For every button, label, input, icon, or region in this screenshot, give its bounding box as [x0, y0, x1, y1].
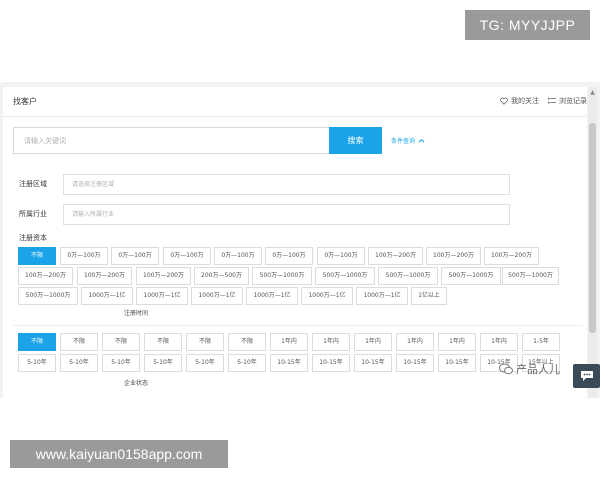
- reg-time-option[interactable]: 10-15年: [270, 354, 308, 372]
- section-divider: [13, 325, 583, 326]
- capital-option[interactable]: 500万—1000万: [502, 267, 559, 285]
- heart-icon: [500, 97, 508, 105]
- capital-option[interactable]: 100万—200万: [136, 267, 191, 285]
- capital-option[interactable]: 200万—500万: [194, 267, 249, 285]
- reg-time-option[interactable]: 不限: [18, 333, 56, 351]
- my-follow-link[interactable]: 我的关注: [500, 96, 539, 106]
- list-icon: [548, 97, 556, 104]
- keyword-search-input[interactable]: [13, 127, 329, 154]
- region-label: 注册区域: [19, 180, 47, 188]
- reg-time-option[interactable]: 不限: [60, 333, 98, 351]
- reg-time-option[interactable]: 5-10年: [102, 354, 140, 372]
- capital-option[interactable]: 0万—100万: [317, 247, 365, 265]
- capital-option[interactable]: 100万—200万: [426, 247, 481, 265]
- capital-option[interactable]: 100万—200万: [77, 267, 132, 285]
- search-bar: 搜索 条件查询: [13, 127, 587, 155]
- scrollbar-thumb[interactable]: [589, 123, 596, 333]
- reg-time-option[interactable]: 1年内: [312, 333, 350, 351]
- wechat-icon: [499, 363, 513, 375]
- watermark-bottom: www.kaiyuan0158app.com: [10, 440, 228, 468]
- chat-button[interactable]: [573, 364, 600, 388]
- capital-option[interactable]: 100万—200万: [18, 267, 73, 285]
- reg-time-option[interactable]: 1年内: [270, 333, 308, 351]
- reg-time-option[interactable]: 5-10年: [228, 354, 266, 372]
- region-select-input[interactable]: [63, 174, 510, 195]
- my-follow-label: 我的关注: [511, 97, 539, 105]
- capital-option[interactable]: 不限: [18, 247, 56, 265]
- capital-option[interactable]: 0万—100万: [111, 247, 159, 265]
- panel-header: 找客户 我的关注 浏览记录: [3, 87, 587, 117]
- watermark-top: TG: MYYJJPP: [465, 10, 590, 40]
- capital-option[interactable]: 1000万—1亿: [136, 287, 188, 305]
- page-title: 找客户: [13, 97, 37, 106]
- industry-label: 所属行业: [19, 210, 47, 218]
- reg-time-option[interactable]: 1-5年: [522, 333, 560, 351]
- reg-time-option[interactable]: 不限: [228, 333, 266, 351]
- vertical-scrollbar[interactable]: ▲: [588, 87, 597, 398]
- chevron-up-icon: [418, 138, 425, 143]
- capital-label: 注册资本: [19, 234, 47, 242]
- advanced-search-label: 条件查询: [391, 138, 416, 145]
- capital-option[interactable]: 1000万—1亿: [301, 287, 353, 305]
- reg-time-option[interactable]: 不限: [186, 333, 224, 351]
- reg-time-option[interactable]: 5-10年: [18, 354, 56, 372]
- customer-search-panel: 找客户 我的关注 浏览记录 搜索 条件查询: [3, 87, 587, 398]
- browse-history-link[interactable]: 浏览记录: [548, 96, 587, 106]
- reg-time-option[interactable]: 不限: [102, 333, 140, 351]
- industry-input[interactable]: [63, 204, 510, 225]
- capital-option[interactable]: 0万—100万: [265, 247, 313, 265]
- capital-option[interactable]: 1亿以上: [411, 287, 447, 305]
- capital-option[interactable]: 500万—1000万: [378, 267, 438, 285]
- reg-time-option[interactable]: 5-10年: [144, 354, 182, 372]
- app-frame: 找客户 我的关注 浏览记录 搜索 条件查询: [0, 82, 600, 398]
- capital-option[interactable]: 500万—1000万: [18, 287, 78, 305]
- capital-option[interactable]: 100万—200万: [368, 247, 423, 265]
- capital-option[interactable]: 1000万—1亿: [356, 287, 408, 305]
- advanced-search-toggle[interactable]: 条件查询: [391, 136, 425, 145]
- browse-history-label: 浏览记录: [559, 97, 587, 105]
- capital-option[interactable]: 1000万—1亿: [246, 287, 298, 305]
- capital-option[interactable]: 0万—100万: [60, 247, 108, 265]
- capital-option[interactable]: 1000万—1亿: [191, 287, 243, 305]
- reg-time-option[interactable]: 5-10年: [186, 354, 224, 372]
- reg-time-option[interactable]: 1年内: [438, 333, 476, 351]
- scroll-up-arrow-icon[interactable]: ▲: [589, 89, 596, 97]
- company-status-label: 企业状态: [124, 380, 149, 387]
- reg-time-option[interactable]: 不限: [144, 333, 182, 351]
- capital-option[interactable]: 500万—1000万: [441, 267, 501, 285]
- reg-time-option[interactable]: 10-15年: [312, 354, 350, 372]
- capital-option[interactable]: 100万—200万: [484, 247, 539, 265]
- capital-option[interactable]: 500万—1000万: [315, 267, 375, 285]
- reg-time-option[interactable]: 1年内: [396, 333, 434, 351]
- reg-time-option[interactable]: 10-15年: [438, 354, 476, 372]
- search-button[interactable]: 搜索: [329, 127, 382, 154]
- reg-time-option[interactable]: 10-15年: [396, 354, 434, 372]
- reg-time-option[interactable]: 5-10年: [60, 354, 98, 372]
- reg-time-label: 注册时间: [124, 310, 149, 317]
- chat-bubble-icon: [580, 371, 593, 381]
- reg-time-option[interactable]: 1年内: [354, 333, 392, 351]
- brand-text: 产品人儿: [516, 363, 560, 376]
- capital-option[interactable]: 1000万—1亿: [81, 287, 133, 305]
- brand-watermark: 产品人儿: [499, 361, 560, 377]
- reg-time-option[interactable]: 10-15年: [354, 354, 392, 372]
- capital-option[interactable]: 0万—100万: [214, 247, 262, 265]
- capital-option[interactable]: 500万—1000万: [252, 267, 312, 285]
- reg-time-option[interactable]: 1年内: [480, 333, 518, 351]
- capital-option[interactable]: 0万—100万: [163, 247, 211, 265]
